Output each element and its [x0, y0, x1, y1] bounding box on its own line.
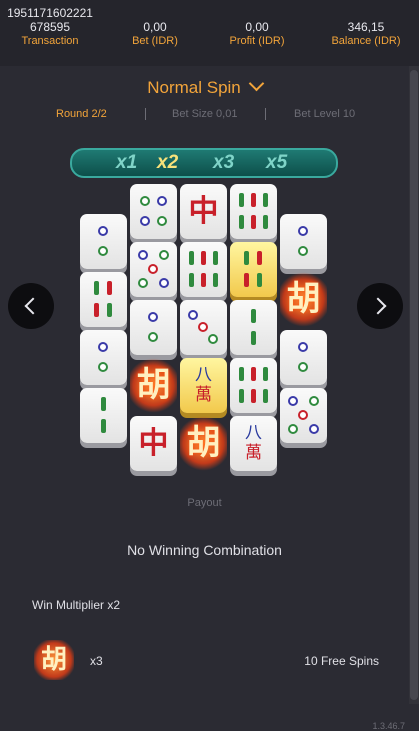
- tile-wild-hu: 胡: [130, 358, 177, 413]
- symbol-count: x3: [90, 654, 103, 668]
- balance-label: Balance (IDR): [331, 35, 401, 47]
- bet-level: Bet Level 10: [294, 108, 356, 120]
- multiplier-bar: [70, 148, 338, 178]
- bamboo-icon: [80, 388, 127, 443]
- tile-dots-5: [280, 388, 327, 443]
- tile-bamboo-6: [180, 242, 227, 297]
- tile-bamboo-6: [230, 184, 277, 239]
- tile-gold-bamboo-4: [230, 242, 277, 297]
- tile-dots-4: [130, 184, 177, 239]
- chevron-right-icon: [369, 297, 387, 315]
- tile-bamboo-4: [80, 272, 127, 327]
- divider: [265, 108, 266, 120]
- transaction-id-line1: 1951171602221: [7, 6, 93, 20]
- dots-icon: [280, 388, 327, 443]
- hu-glyph: 胡: [186, 423, 221, 463]
- dots-icon: [130, 242, 177, 297]
- payout-label: Payout: [187, 497, 222, 509]
- next-round-button[interactable]: [357, 283, 403, 329]
- dots-icon: [80, 214, 127, 269]
- tile-red-dragon: 中: [130, 416, 177, 471]
- tile-red-dragon: 中: [180, 184, 227, 239]
- dots-icon: [280, 214, 327, 269]
- wan-glyph: 八萬: [195, 365, 212, 405]
- zhong-glyph: 中: [188, 194, 219, 229]
- balance-stat: 346,15 Balance (IDR): [318, 20, 414, 48]
- hu-glyph: 胡: [136, 365, 171, 405]
- win-multiplier: Win Multiplier x2: [32, 598, 121, 612]
- multiplier-x5: x5: [266, 152, 288, 173]
- tile-wild-hu: 胡: [180, 416, 227, 471]
- tile-bamboo-2: [230, 300, 277, 355]
- tile-dots-2: [130, 300, 177, 355]
- dots-icon: [80, 330, 127, 385]
- profit-value: 0,00: [245, 20, 269, 34]
- tile-dots-2: [80, 214, 127, 269]
- tile-bamboo-2: [80, 388, 127, 443]
- hu-glyph: 胡: [286, 279, 321, 319]
- dots-icon: [180, 300, 227, 355]
- wan-glyph: 八萬: [245, 423, 262, 463]
- dots-icon: [130, 184, 177, 239]
- chevron-down-icon: [248, 75, 265, 92]
- bamboo-icon: [230, 184, 277, 239]
- profit-stat: 0,00 Profit (IDR): [212, 20, 302, 48]
- bamboo-icon: [230, 242, 277, 297]
- tile-dots-3: [180, 300, 227, 355]
- tile-dots-2: [80, 330, 127, 385]
- tile-bamboo-6: [230, 358, 277, 413]
- spin-mode-label: Normal Spin: [147, 78, 241, 97]
- round-indicator: Round 2/2: [56, 108, 107, 120]
- bamboo-icon: [230, 300, 277, 355]
- bamboo-icon: [80, 272, 127, 327]
- transaction-stat: 1951171602221 678595 Transaction: [0, 6, 100, 48]
- profit-label: Profit (IDR): [229, 35, 285, 47]
- tile-dots-2: [280, 214, 327, 269]
- dots-icon: [130, 300, 177, 355]
- free-spins-award: 10 Free Spins: [304, 654, 379, 668]
- bamboo-icon: [230, 358, 277, 413]
- version-label: 1.3.46.7: [372, 721, 405, 731]
- tile-eight-wan: 八萬: [230, 416, 277, 471]
- bamboo-icon: [180, 242, 227, 297]
- multiplier-x3: x3: [213, 152, 235, 173]
- top-bar: 1951171602221 678595 Transaction 0,00 Be…: [0, 0, 419, 66]
- payout-result: No Winning Combination: [127, 542, 282, 558]
- bet-value: 0,00: [143, 20, 167, 34]
- balance-value: 346,15: [347, 20, 385, 34]
- previous-round-button[interactable]: [8, 283, 54, 329]
- bet-label: Bet (IDR): [132, 35, 178, 47]
- bet-stat: 0,00 Bet (IDR): [110, 20, 200, 48]
- transaction-label: Transaction: [21, 35, 79, 47]
- dots-icon: [280, 330, 327, 385]
- scrollbar-thumb[interactable]: [410, 70, 418, 700]
- tile-gold-eight-wan: 八萬: [180, 358, 227, 413]
- divider: [145, 108, 146, 120]
- tile-dots-5: [130, 242, 177, 297]
- zhong-glyph: 中: [138, 426, 169, 461]
- chevron-left-icon: [24, 297, 42, 315]
- hu-symbol-icon: 胡: [34, 640, 74, 680]
- multiplier-x1: x1: [116, 152, 138, 173]
- tile-wild-hu: 胡: [280, 272, 327, 327]
- spin-mode-dropdown[interactable]: Normal Spin: [0, 75, 409, 98]
- tile-dots-2: [280, 330, 327, 385]
- bet-size: Bet Size 0,01: [172, 108, 238, 120]
- multiplier-x2-active: x2: [157, 152, 179, 173]
- transaction-id-line2: 678595: [29, 20, 71, 34]
